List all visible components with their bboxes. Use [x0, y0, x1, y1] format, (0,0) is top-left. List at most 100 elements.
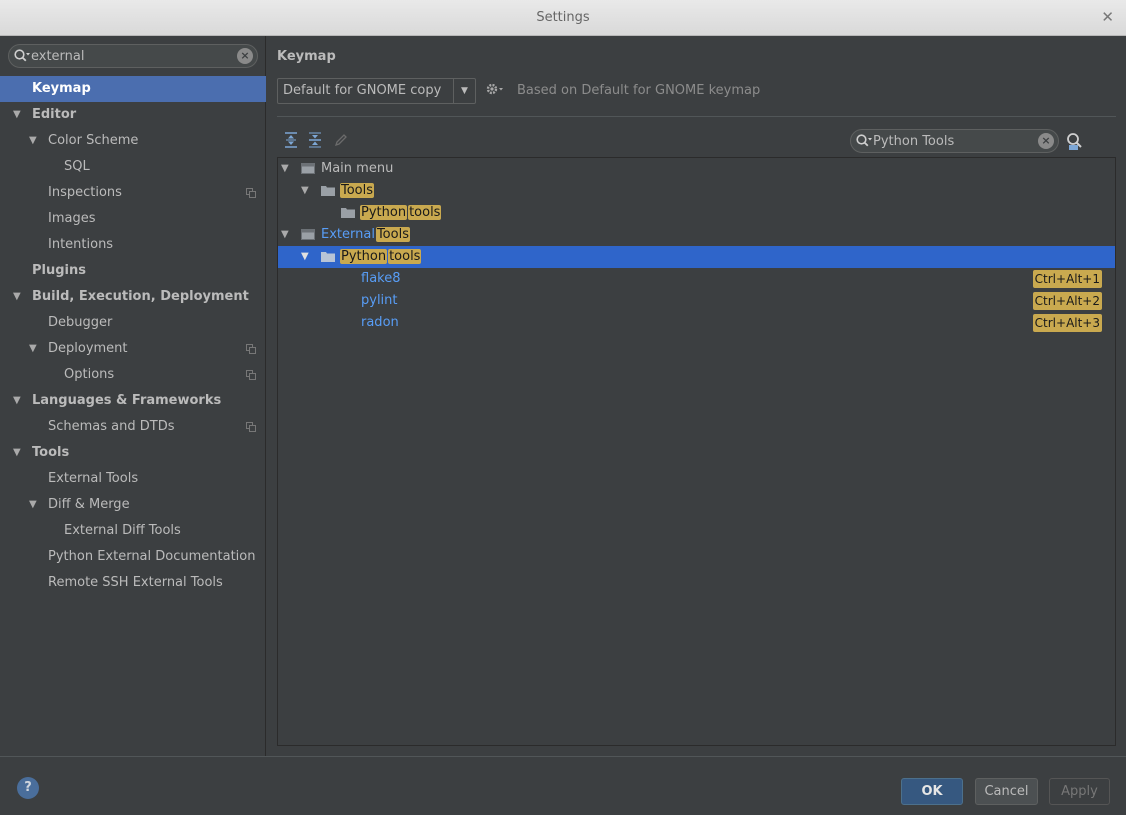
menu-icon — [301, 163, 315, 174]
search-icon[interactable] — [13, 48, 31, 64]
sidebar-item-sql[interactable]: SQL — [0, 154, 266, 180]
expand-arrow-icon[interactable]: ▼ — [13, 102, 21, 128]
menu-icon — [301, 229, 315, 240]
tree-node-tools[interactable]: ▼ Tools — [278, 180, 1115, 202]
chevron-down-icon[interactable]: ▼ — [453, 79, 475, 103]
ok-button[interactable]: OK — [901, 778, 963, 805]
tree-node-action[interactable]: radon Ctrl+Alt+3 — [278, 312, 1115, 334]
sidebar-item-deployment[interactable]: ▼ Deployment — [0, 336, 266, 362]
cancel-button[interactable]: Cancel — [975, 778, 1038, 805]
tree-node-python-tools-external[interactable]: ▼ Python tools — [278, 246, 1115, 268]
sidebar-item-label: Languages & Frameworks — [32, 393, 222, 408]
tree-node-action[interactable]: pylint Ctrl+Alt+2 — [278, 290, 1115, 312]
settings-search-field[interactable]: × — [8, 44, 258, 68]
sidebar-item-color-scheme[interactable]: ▼ Color Scheme — [0, 128, 266, 154]
settings-sidebar: × Keymap ▼ Editor ▼ Color Scheme SQL Ins… — [0, 36, 266, 756]
sidebar-item-editor[interactable]: ▼ Editor — [0, 102, 266, 128]
expand-arrow-icon[interactable]: ▼ — [13, 388, 21, 414]
expand-arrow-icon[interactable]: ▼ — [29, 336, 37, 362]
search-icon[interactable] — [855, 133, 873, 149]
shortcut-badge: Ctrl+Alt+2 — [1032, 292, 1102, 310]
keymap-actions-tree: ▼ Main menu ▼ Tools Python tools ▼ Extern… — [277, 157, 1116, 746]
settings-search-input[interactable] — [31, 48, 231, 65]
tree-node-action[interactable]: flake8 Ctrl+Alt+1 — [278, 268, 1115, 290]
action-label: flake8 — [361, 271, 401, 286]
close-icon[interactable]: ✕ — [1101, 8, 1114, 26]
tree-node-label: Python tools — [340, 246, 422, 268]
expand-arrow-icon[interactable]: ▼ — [13, 440, 21, 466]
sidebar-item-label: External Diff Tools — [64, 523, 181, 538]
project-level-icon — [246, 422, 256, 432]
sidebar-item-label: Diff & Merge — [48, 497, 130, 512]
sidebar-item-diff-merge[interactable]: ▼ Diff & Merge — [0, 492, 266, 518]
sidebar-item-label: Deployment — [48, 341, 128, 356]
shortcut-badge: Ctrl+Alt+1 — [1032, 270, 1102, 288]
title-bar: Settings ✕ — [0, 0, 1126, 36]
search-match-highlight: tools — [388, 249, 422, 264]
tree-node-main-menu[interactable]: ▼ Main menu — [278, 158, 1115, 180]
tree-node-label: Python tools — [360, 202, 442, 224]
gear-icon[interactable] — [485, 81, 505, 99]
folder-icon — [321, 186, 335, 196]
page-title: Keymap — [277, 49, 336, 64]
sidebar-item-label: Keymap — [32, 81, 91, 96]
expand-arrow-icon[interactable]: ▼ — [29, 128, 37, 154]
separator — [277, 116, 1116, 117]
sidebar-item-tools[interactable]: ▼ Tools — [0, 440, 266, 466]
tree-node-label: Main menu — [321, 161, 394, 176]
sidebar-item-remote-ssh-external-tools[interactable]: Remote SSH External Tools — [0, 570, 266, 596]
sidebar-item-languages-frameworks[interactable]: ▼ Languages & Frameworks — [0, 388, 266, 414]
clear-search-icon[interactable]: × — [1038, 133, 1054, 149]
sidebar-item-label: Python External Documentation — [48, 549, 256, 564]
expand-arrow-icon[interactable]: ▼ — [301, 180, 309, 202]
tree-node-python-tools[interactable]: Python tools — [278, 202, 1115, 224]
sidebar-item-external-diff-tools[interactable]: External Diff Tools — [0, 518, 266, 544]
folder-icon — [321, 252, 335, 262]
expand-arrow-icon[interactable]: ▼ — [281, 224, 289, 246]
search-match-highlight: Python — [360, 205, 408, 220]
keymap-select[interactable]: Default for GNOME copy ▼ — [277, 78, 476, 104]
sidebar-item-debugger[interactable]: Debugger — [0, 310, 266, 336]
sidebar-item-keymap[interactable]: Keymap — [0, 76, 266, 102]
sidebar-item-plugins[interactable]: Plugins — [0, 258, 266, 284]
clear-search-icon[interactable]: × — [237, 48, 253, 64]
shortcut-search-field[interactable]: × — [850, 129, 1059, 153]
sidebar-item-images[interactable]: Images — [0, 206, 266, 232]
tree-node-external-tools[interactable]: ▼ External Tools — [278, 224, 1115, 246]
sidebar-item-label: Editor — [32, 107, 77, 122]
expand-all-icon[interactable] — [282, 131, 300, 149]
expand-arrow-icon[interactable]: ▼ — [281, 158, 289, 180]
help-icon[interactable]: ? — [17, 777, 39, 799]
project-level-icon — [246, 188, 256, 198]
expand-arrow-icon[interactable]: ▼ — [13, 284, 21, 310]
sidebar-item-python-external-documentation[interactable]: Python External Documentation — [0, 544, 266, 570]
action-label: pylint — [361, 293, 398, 308]
shortcut-search-input[interactable] — [873, 133, 1033, 150]
tree-node-label: External Tools — [321, 224, 410, 246]
based-on-label: Based on Default for GNOME keymap — [517, 83, 761, 98]
expand-arrow-icon[interactable]: ▼ — [301, 246, 309, 268]
sidebar-item-label: Intentions — [48, 237, 114, 252]
sidebar-item-schemas-dtds[interactable]: Schemas and DTDs — [0, 414, 266, 440]
apply-button[interactable]: Apply — [1049, 778, 1110, 805]
sidebar-item-label: SQL — [64, 159, 90, 174]
sidebar-item-inspections[interactable]: Inspections — [0, 180, 266, 206]
window-title: Settings — [536, 10, 590, 25]
edit-icon[interactable] — [332, 131, 350, 149]
sidebar-item-external-tools[interactable]: External Tools — [0, 466, 266, 492]
sidebar-item-intentions[interactable]: Intentions — [0, 232, 266, 258]
sidebar-item-label: External Tools — [48, 471, 139, 486]
sidebar-item-label: Color Scheme — [48, 133, 139, 148]
expand-arrow-icon[interactable]: ▼ — [29, 492, 37, 518]
sidebar-item-label: Inspections — [48, 185, 122, 200]
find-by-shortcut-icon[interactable] — [1065, 131, 1085, 151]
sidebar-item-options[interactable]: Options — [0, 362, 266, 388]
dialog-footer: ? OK Cancel Apply — [0, 756, 1126, 815]
sidebar-item-label: Debugger — [48, 315, 113, 330]
project-level-icon — [246, 370, 256, 380]
sidebar-item-label: Tools — [32, 445, 70, 460]
collapse-all-icon[interactable] — [306, 131, 324, 149]
sidebar-item-label: Remote SSH External Tools — [48, 575, 223, 590]
sidebar-item-build-execution-deployment[interactable]: ▼ Build, Execution, Deployment — [0, 284, 266, 310]
sidebar-item-label: Plugins — [32, 263, 86, 278]
